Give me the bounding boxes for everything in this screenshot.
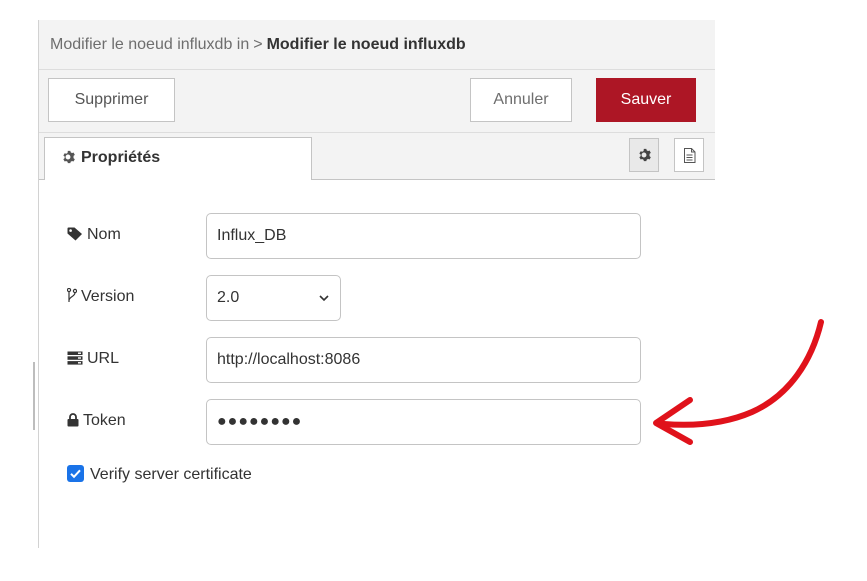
breadcrumb-current: Modifier le noeud influxdb [266, 36, 466, 53]
gear-icon [639, 148, 651, 162]
arrow-shaft [661, 319, 824, 428]
tag-icon [67, 227, 82, 241]
cancel-button[interactable]: Annuler [470, 78, 572, 122]
url-label: URL [67, 350, 119, 368]
name-label-text: Nom [87, 226, 121, 243]
tab-properties[interactable]: Propriétés [44, 137, 312, 180]
tray-toolbar: Supprimer Annuler Sauver [39, 70, 715, 133]
token-input[interactable]: ●●●●●●●● [206, 399, 641, 445]
version-label-text: Version [81, 288, 135, 305]
document-icon [683, 148, 695, 163]
server-icon [67, 351, 83, 365]
verify-cert-row: Verify server certificate [67, 465, 252, 484]
checkmark-icon [70, 469, 81, 479]
lock-icon [67, 413, 79, 427]
panel-resize-handle[interactable] [33, 362, 35, 430]
version-select[interactable]: 2.0 [206, 275, 341, 321]
breadcrumb-previous[interactable]: Modifier le noeud influxdb in [50, 36, 249, 53]
name-input[interactable]: Influx_DB [206, 213, 641, 259]
tab-properties-label: Propriétés [81, 149, 161, 166]
url-label-text: URL [87, 350, 120, 367]
version-selected-value: 2.0 [217, 289, 240, 306]
version-label: Version [66, 287, 135, 306]
token-label: Token [67, 412, 126, 430]
arrow-head [653, 397, 693, 445]
name-label: Nom [67, 226, 121, 244]
verify-cert-label[interactable]: Verify server certificate [90, 466, 252, 483]
tray-header: Modifier le noeud influxdb in > Modifier l… [39, 20, 715, 70]
url-input[interactable]: http://localhost:8086 [206, 337, 641, 383]
settings-tab-button[interactable] [629, 138, 659, 172]
token-label-text: Token [83, 412, 126, 429]
chevron-down-icon [319, 295, 329, 302]
branch-icon [66, 287, 78, 302]
delete-button[interactable]: Supprimer [48, 78, 175, 122]
breadcrumb-separator: > [253, 36, 263, 53]
description-tab-button[interactable] [674, 138, 704, 172]
tab-bar: Propriétés [39, 133, 715, 180]
verify-cert-checkbox[interactable] [67, 465, 84, 482]
save-button[interactable]: Sauver [596, 78, 696, 122]
gear-icon [63, 150, 75, 164]
